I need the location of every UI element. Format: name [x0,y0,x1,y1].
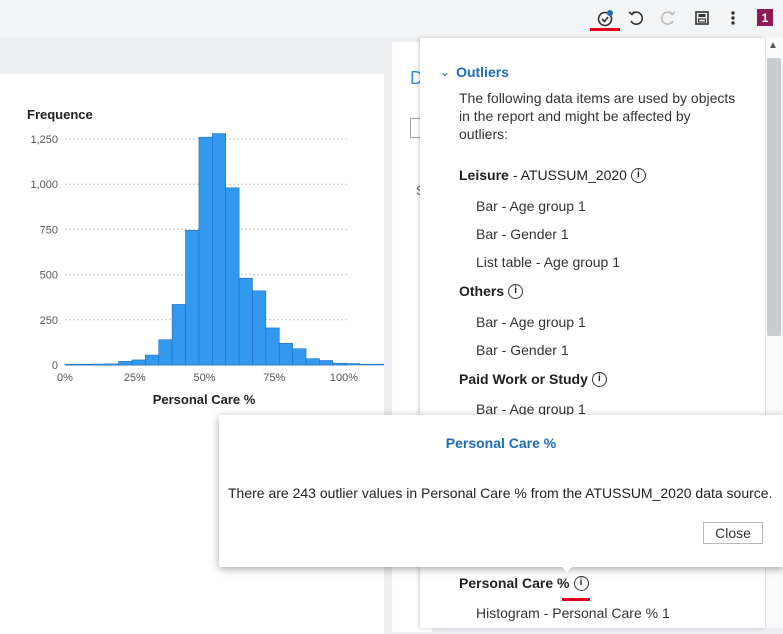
x-tick-label: 75% [263,372,285,384]
histogram-bar[interactable] [185,230,200,366]
x-tick-label: 50% [193,372,215,384]
group-name: Paid Work or Study [459,371,588,387]
histogram-chart[interactable]: Frequence Personal Care % 0 250 500 750 1,00… [0,74,384,434]
group-paid-work: Paid Work or Study i [459,371,607,387]
histogram-bar[interactable] [171,304,186,366]
y-tick-label: 250 [40,315,58,327]
list-item[interactable]: Bar - Age group 1 [476,198,586,214]
outlier-alert-icon[interactable] [593,6,617,30]
info-icon[interactable]: i [508,283,524,299]
histogram-bar[interactable] [225,187,240,366]
histogram-bar[interactable] [372,363,384,366]
histogram-bar[interactable] [238,277,253,366]
user-badge[interactable]: 1 [757,9,773,26]
outliers-section-header[interactable]: ⌄ Outliers [440,64,509,80]
y-axis-title: Frequence [27,107,93,122]
popup-arrow [560,565,574,572]
histogram-bar[interactable] [198,136,213,366]
histogram-bar[interactable] [158,339,173,366]
chevron-down-icon[interactable]: ⌄ [440,65,450,79]
group-personal-care: Personal Care % i [459,575,589,591]
group-others: Others i [459,283,524,299]
popup-title: Personal Care % [445,435,557,451]
x-tick-label: 0% [57,372,73,384]
info-icon[interactable]: i [573,575,589,591]
histogram-bar[interactable] [91,363,106,366]
list-item[interactable]: Bar - Age group 1 [476,314,586,330]
list-item[interactable]: Histogram - Personal Care % 1 [476,605,670,621]
y-tick-label: 0 [52,360,58,372]
outliers-title: Outliers [456,64,509,80]
redo-icon [656,6,680,30]
histogram-bar[interactable] [305,358,320,366]
histogram-bar[interactable] [319,360,334,366]
x-tick-label: 100% [330,372,358,384]
histogram-bar[interactable] [345,363,360,366]
group-name: Personal Care % [459,575,570,591]
active-info-underline [562,598,590,601]
list-item[interactable]: Bar - Gender 1 [476,226,569,242]
group-leisure: Leisure - ATUSSUM_2020 i [459,167,646,183]
histogram-bar[interactable] [332,362,347,366]
more-vert-icon[interactable] [721,6,745,30]
histogram-bar[interactable] [278,343,293,366]
outlier-popup: Personal Care % There are 243 outlier va… [219,415,783,567]
popup-message: There are 243 outlier values in Personal… [228,485,773,501]
histogram-bar[interactable] [131,359,146,366]
group-name: Leisure [459,167,509,183]
close-button[interactable]: Close [703,522,763,544]
histogram-bar[interactable] [252,290,267,366]
x-axis-title: Personal Care % [153,392,256,407]
scrollbar-thumb[interactable] [767,58,781,336]
y-tick-label: 500 [40,270,58,282]
active-tool-underline [590,28,620,31]
histogram-bar[interactable] [118,361,133,366]
info-icon[interactable]: i [591,371,607,387]
group-source: - ATUSSUM_2020 [512,167,627,183]
y-tick-label: 1,000 [30,179,58,191]
y-tick-label: 750 [40,224,58,236]
x-tick-label: 25% [124,372,146,384]
histogram-bar[interactable] [292,348,307,366]
save-icon[interactable] [690,6,714,30]
histogram-bar[interactable] [78,363,93,366]
histogram-bar[interactable] [359,363,374,366]
group-name: Others [459,283,505,299]
histogram-bar[interactable] [265,327,280,366]
outliers-intro: The following data items are used by obj… [459,90,736,142]
list-item[interactable]: List table - Age group 1 [476,254,620,270]
info-icon[interactable]: i [630,167,646,183]
histogram-bar[interactable] [212,133,227,366]
histogram-bar[interactable] [145,354,160,366]
y-tick-label: 1,250 [30,134,58,146]
histogram-bar[interactable] [64,363,79,366]
undo-icon[interactable] [624,6,648,30]
list-item[interactable]: Bar - Gender 1 [476,342,569,358]
scroll-up-icon[interactable]: ▲ [768,40,778,51]
histogram-bar[interactable] [104,363,119,366]
toolbar: 1 [0,0,783,38]
